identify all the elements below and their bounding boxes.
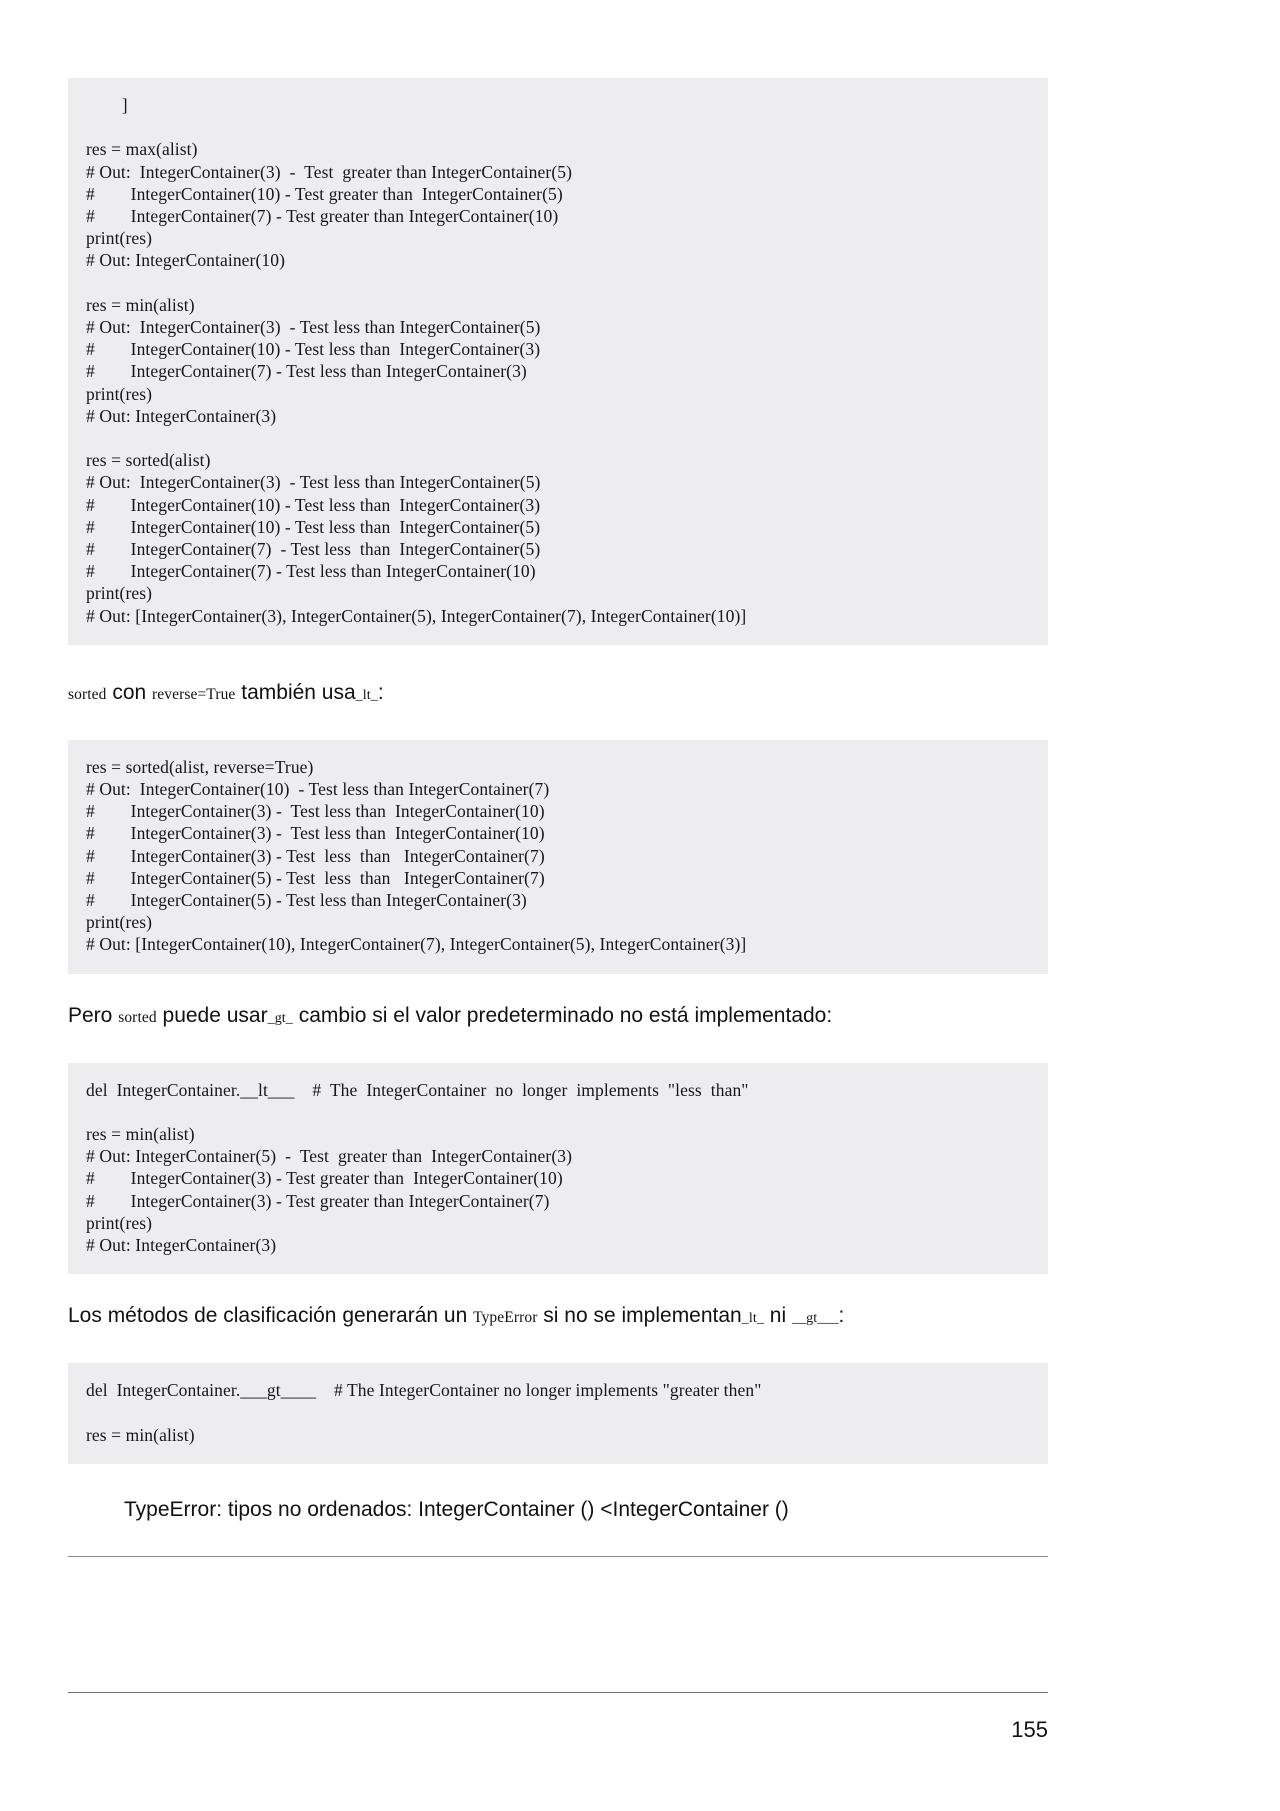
code-block-1: ] res = max(alist) # Out: IntegerContain… <box>68 78 1048 645</box>
code-line: res = min(alist) <box>86 1424 195 1445</box>
code-block-3: del IntegerContainer.__lt___ # The Integ… <box>68 1062 1048 1275</box>
code-line: print(res) <box>86 383 153 404</box>
paragraph-text: cambio si el valor predeterminado no est… <box>292 1003 833 1027</box>
paragraph-text: con <box>106 680 153 704</box>
code-line: # IntegerContainer(3) - Test less than I… <box>86 845 545 866</box>
inline-code-sorted: sorted <box>68 685 107 703</box>
code-line: # Out: IntegerContainer(5) - Test greate… <box>86 1146 573 1167</box>
inline-code-lt: _lt_ <box>355 687 378 703</box>
code-line: # Out: IntegerContainer(3) - Test less t… <box>86 317 541 337</box>
code-line: print(res) <box>86 912 153 933</box>
code-line: # IntegerContainer(3) - Test less than I… <box>86 801 545 822</box>
code-line: # IntegerContainer(10) - Test less than … <box>86 339 541 360</box>
inline-code-reverse-true: reverse=True <box>152 685 236 703</box>
inline-code-lt: _lt_ <box>741 1311 764 1327</box>
code-line: # IntegerContainer(7) - Test less than I… <box>86 361 527 382</box>
code-block-4: del IntegerContainer.___gt____ # The Int… <box>68 1363 1048 1464</box>
paragraph-typeerror-note: Los métodos de clasificación generarán u… <box>68 1302 1048 1333</box>
paragraph-text: : <box>377 680 384 704</box>
code-line: del IntegerContainer.___gt____ # The Int… <box>86 1380 762 1401</box>
paragraph-text: ni <box>763 1304 792 1328</box>
paragraph-text: también usa <box>235 680 356 704</box>
code-line: # IntegerContainer(3) - Test greater tha… <box>86 1190 550 1211</box>
inline-code-typeerror: TypeError <box>473 1309 538 1327</box>
code-line: print(res) <box>86 228 153 249</box>
paragraph-text: si no se implementan <box>537 1304 742 1328</box>
page-number: 155 <box>1011 1717 1048 1742</box>
code-line: # IntegerContainer(3) - Test less than I… <box>86 823 545 844</box>
code-line: print(res) <box>86 583 153 604</box>
code-line: # IntegerContainer(10) - Test less than … <box>86 516 541 537</box>
code-line: # IntegerContainer(7) - Test less than I… <box>86 539 541 560</box>
code-line: del IntegerContainer.__lt___ # The Integ… <box>86 1079 749 1100</box>
code-line: # IntegerContainer(10) - Test less than … <box>86 494 541 515</box>
code-line: res = max(alist) <box>86 139 198 160</box>
code-line: res = min(alist) <box>86 294 195 315</box>
code-line: # IntegerContainer(3) - Test greater tha… <box>86 1168 563 1189</box>
code-line: # Out: [IntegerContainer(3), IntegerCont… <box>86 605 747 626</box>
page-footer: 155 <box>68 1692 1048 1743</box>
horizontal-rule <box>68 1555 1048 1557</box>
page-content: ] res = max(alist) # Out: IntegerContain… <box>68 78 1048 1557</box>
code-line: res = sorted(alist, reverse=True) <box>86 756 314 777</box>
paragraph-text: Los métodos de clasificación generarán u… <box>68 1304 474 1328</box>
code-line: # Out: IntegerContainer(3) - Test less t… <box>86 472 541 493</box>
type-error-message: TypeError: tipos no ordenados: IntegerCo… <box>124 1497 789 1521</box>
code-line: # Out: IntegerContainer(3) <box>86 1235 277 1256</box>
paragraph-text: puede usar <box>156 1003 268 1027</box>
code-line: ] <box>86 95 128 115</box>
document-page: ] res = max(alist) # Out: IntegerContain… <box>0 0 1280 1811</box>
inline-code-gt: _gt_ <box>267 1010 293 1026</box>
code-line: # Out: IntegerContainer(10) <box>86 250 286 271</box>
code-line: # Out: [IntegerContainer(10), IntegerCon… <box>86 934 747 955</box>
code-line: # IntegerContainer(7) - Test less than I… <box>86 561 536 582</box>
paragraph-text: : <box>838 1304 845 1328</box>
code-line: res = min(alist) <box>86 1124 195 1145</box>
paragraph-text: Pero <box>68 1003 119 1027</box>
code-line: res = sorted(alist) <box>86 450 211 471</box>
code-block-2: res = sorted(alist, reverse=True) # Out:… <box>68 739 1048 974</box>
inline-code-gt: __gt___ <box>791 1311 839 1327</box>
code-line: # IntegerContainer(5) - Test less than I… <box>86 867 545 888</box>
code-line: # Out: IntegerContainer(3) - Test greate… <box>86 161 573 182</box>
code-line: # Out: IntegerContainer(3) <box>86 405 277 426</box>
paragraph-sorted-gt: Pero sorted puede usar_gt_ cambio si el … <box>68 1002 1048 1033</box>
code-line: # IntegerContainer(5) - Test less than I… <box>86 890 527 911</box>
code-line: print(res) <box>86 1212 153 1233</box>
code-line: # IntegerContainer(7) - Test greater tha… <box>86 206 559 226</box>
paragraph-sorted-reverse: sorted con reverse=True también usa_lt_: <box>68 679 1048 710</box>
inline-code-sorted: sorted <box>118 1008 157 1026</box>
footer-rule <box>68 1692 1048 1693</box>
code-line: # IntegerContainer(10) - Test greater th… <box>86 183 563 204</box>
code-line: # Out: IntegerContainer(10) - Test less … <box>86 779 550 800</box>
